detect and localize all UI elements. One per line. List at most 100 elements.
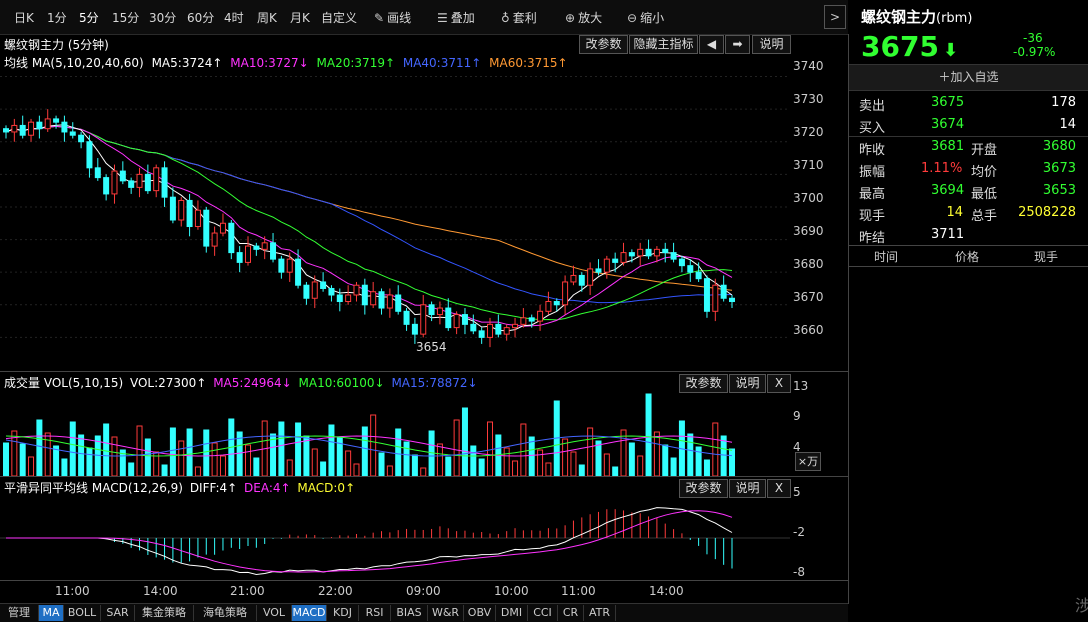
- candle: [161, 167, 168, 198]
- overlay-button[interactable]: ☰ 叠加: [437, 9, 475, 26]
- y-tick: 3720: [793, 125, 824, 139]
- volume-bar: [19, 443, 26, 476]
- tab-wr[interactable]: W&R: [428, 605, 464, 621]
- candle: [628, 252, 635, 257]
- candle: [228, 222, 235, 254]
- tab-bias[interactable]: BIAS: [391, 605, 428, 621]
- tab-ma[interactable]: MA: [39, 605, 64, 621]
- pencil-icon: ✎: [374, 11, 385, 25]
- tab-macd[interactable]: MACD: [292, 605, 327, 621]
- down-arrow-icon: ⬇: [942, 40, 959, 61]
- volume-bar: [253, 457, 260, 476]
- candle: [78, 134, 85, 143]
- volume-bar: [144, 438, 151, 476]
- ma40-value: MA40:3711↑: [402, 56, 482, 70]
- zoom-in-button[interactable]: ⊕ 放大: [565, 9, 602, 26]
- volume-bar: [628, 442, 635, 476]
- ma5-line: [5, 124, 733, 332]
- prev-settle-row: 昨结 3711: [859, 227, 965, 246]
- volume-bar: [411, 454, 418, 476]
- volume-help-button[interactable]: 说明: [729, 374, 766, 393]
- volume-bar: [662, 444, 669, 476]
- tab-cci[interactable]: CCI: [528, 605, 558, 621]
- candle: [520, 317, 527, 325]
- period-15min-button[interactable]: 15分: [112, 9, 139, 26]
- plus-icon: ＋: [938, 70, 951, 84]
- y-tick: 3730: [793, 92, 824, 106]
- candle: [453, 314, 460, 329]
- tab-rsi[interactable]: RSI: [359, 605, 391, 621]
- tab-boll[interactable]: BOLL: [64, 605, 101, 621]
- candle: [270, 242, 277, 260]
- period-60min-button[interactable]: 60分: [187, 9, 214, 26]
- tab-obv[interactable]: OBV: [464, 605, 496, 621]
- zoom-out-button[interactable]: ⊖ 缩小: [627, 9, 664, 26]
- price-chart[interactable]: [0, 70, 848, 370]
- period-month-button[interactable]: 月K: [290, 9, 310, 26]
- candle: [303, 284, 310, 299]
- arbitrage-button[interactable]: ♁ 套利: [501, 9, 537, 26]
- candle: [144, 173, 151, 192]
- candle: [495, 323, 502, 335]
- candle: [395, 294, 402, 312]
- volume-bar: [136, 425, 143, 476]
- macd-chart[interactable]: [0, 496, 790, 580]
- price-change: -36: [1023, 31, 1043, 45]
- period-day-button[interactable]: 日K: [14, 9, 34, 26]
- candle: [411, 323, 418, 335]
- volume-params-button[interactable]: 改参数: [679, 374, 728, 393]
- candle: [537, 310, 544, 322]
- volume-bar: [637, 455, 644, 476]
- tab-kdj[interactable]: KDJ: [327, 605, 359, 621]
- tab-atr[interactable]: ATR: [584, 605, 616, 621]
- candle: [703, 278, 710, 312]
- tab-vol[interactable]: VOL: [257, 605, 292, 621]
- main-help-button[interactable]: 说明: [752, 35, 791, 54]
- period-4h-button[interactable]: 4时: [224, 9, 244, 26]
- last-price: 3675 ⬇: [861, 30, 959, 63]
- draw-line-button[interactable]: ✎ 画线: [374, 9, 411, 26]
- tab-sar[interactable]: SAR: [101, 605, 135, 621]
- period-30min-button[interactable]: 30分: [149, 9, 176, 26]
- volume-bar: [78, 434, 85, 476]
- main-chart-title: 螺纹钢主力 (5分钟): [4, 38, 109, 52]
- candle: [361, 284, 368, 306]
- y-tick: 3680: [793, 257, 824, 271]
- tab-jijin-strategy[interactable]: 集金策略: [135, 605, 194, 621]
- period-5min-button[interactable]: 5分: [79, 9, 99, 26]
- volume-bar: [487, 421, 493, 476]
- hide-indicator-button[interactable]: 隐藏主指标: [629, 35, 698, 54]
- candle: [436, 307, 443, 316]
- candle: [194, 209, 201, 228]
- candle: [236, 252, 243, 263]
- volume-chart[interactable]: [0, 392, 790, 476]
- period-custom-button[interactable]: 自定义: [321, 9, 357, 26]
- main-params-button[interactable]: 改参数: [579, 35, 628, 54]
- candle: [211, 232, 218, 247]
- tab-cr[interactable]: CR: [558, 605, 584, 621]
- volume-bar: [603, 453, 610, 476]
- tab-dmi[interactable]: DMI: [496, 605, 528, 621]
- add-watchlist-button[interactable]: ＋加入自选: [849, 64, 1088, 91]
- candle: [386, 294, 393, 309]
- candle: [595, 268, 602, 273]
- scroll-left-button[interactable]: ◀: [699, 35, 724, 54]
- volume-bar: [311, 448, 318, 476]
- volume-bar: [703, 459, 710, 476]
- period-1min-button[interactable]: 1分: [47, 9, 67, 26]
- toolbar-expand-button[interactable]: >: [824, 5, 846, 29]
- price-change-pct: -0.97%: [1013, 45, 1056, 59]
- tab-manage[interactable]: 管理: [0, 605, 39, 621]
- candle: [478, 330, 485, 338]
- tab-turtle-strategy[interactable]: 海龟策略: [194, 605, 257, 621]
- volume-bar: [512, 460, 519, 476]
- scroll-right-button[interactable]: ➡: [725, 35, 750, 54]
- volume-bar: [653, 431, 660, 476]
- candle: [278, 258, 285, 273]
- volume-close-button[interactable]: X: [767, 374, 791, 393]
- period-week-button[interactable]: 周K: [257, 9, 277, 26]
- ma20-value: MA20:3719↑: [316, 56, 396, 70]
- candle: [219, 222, 226, 234]
- candle: [119, 170, 126, 182]
- candle: [487, 323, 493, 338]
